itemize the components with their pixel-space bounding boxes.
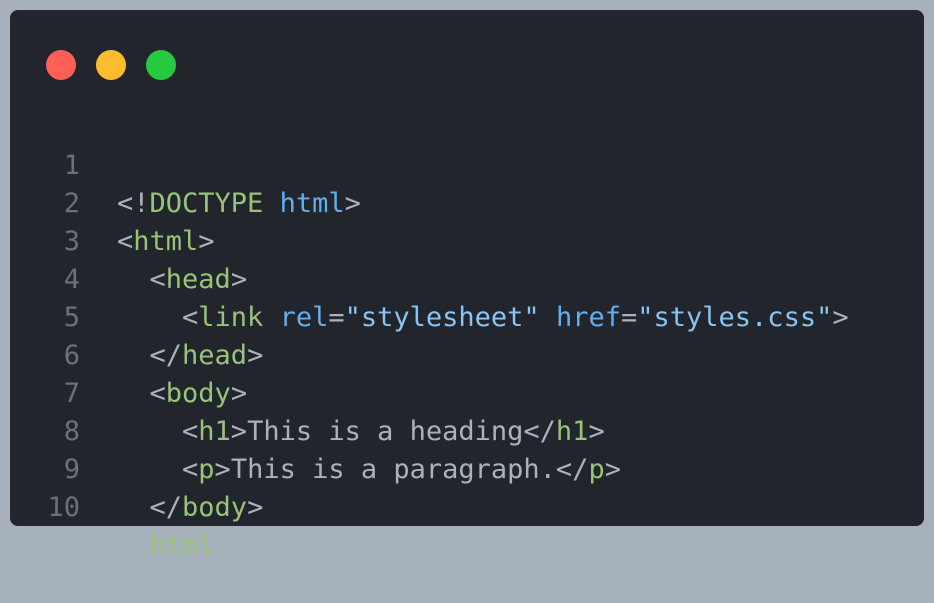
line-content: <!DOCTYPE html> bbox=[117, 188, 361, 219]
line-content: <link rel="stylesheet" href="styles.css"… bbox=[117, 302, 849, 333]
code-line: 8 <p>This is a paragraph.</p> bbox=[10, 375, 621, 485]
code-block: 1 <!DOCTYPE html> 2 <html> 3 <head> 4 <l… bbox=[10, 109, 849, 561]
code-line: 2 <html> bbox=[10, 147, 215, 257]
code-line: 4 <link rel="stylesheet" href="styles.cs… bbox=[10, 223, 849, 333]
line-content: </body> bbox=[117, 492, 264, 523]
maximize-button[interactable] bbox=[146, 50, 176, 80]
code-line: 10 </html> bbox=[10, 451, 230, 561]
code-line: 1 <!DOCTYPE html> bbox=[10, 109, 361, 219]
code-line: 9 </body> bbox=[10, 413, 264, 523]
line-content: <head> bbox=[117, 264, 248, 295]
code-line: 5 </head> bbox=[10, 261, 264, 371]
line-content: <h1>This is a heading</h1> bbox=[117, 416, 605, 447]
code-line: 3 <head> bbox=[10, 185, 247, 295]
line-content: </head> bbox=[117, 340, 264, 371]
line-content: <p>This is a paragraph.</p> bbox=[117, 454, 621, 485]
line-content: <html> bbox=[117, 226, 215, 257]
code-line: 6 <body> bbox=[10, 299, 247, 409]
close-button[interactable] bbox=[46, 50, 76, 80]
line-content: </html> bbox=[117, 530, 231, 561]
line-content: <body> bbox=[117, 378, 248, 409]
minimize-button[interactable] bbox=[96, 50, 126, 80]
code-window: 1 <!DOCTYPE html> 2 <html> 3 <head> 4 <l… bbox=[10, 10, 924, 561]
code-line: 7 <h1>This is a heading</h1> bbox=[10, 337, 605, 447]
line-number: 10 bbox=[47, 492, 80, 523]
